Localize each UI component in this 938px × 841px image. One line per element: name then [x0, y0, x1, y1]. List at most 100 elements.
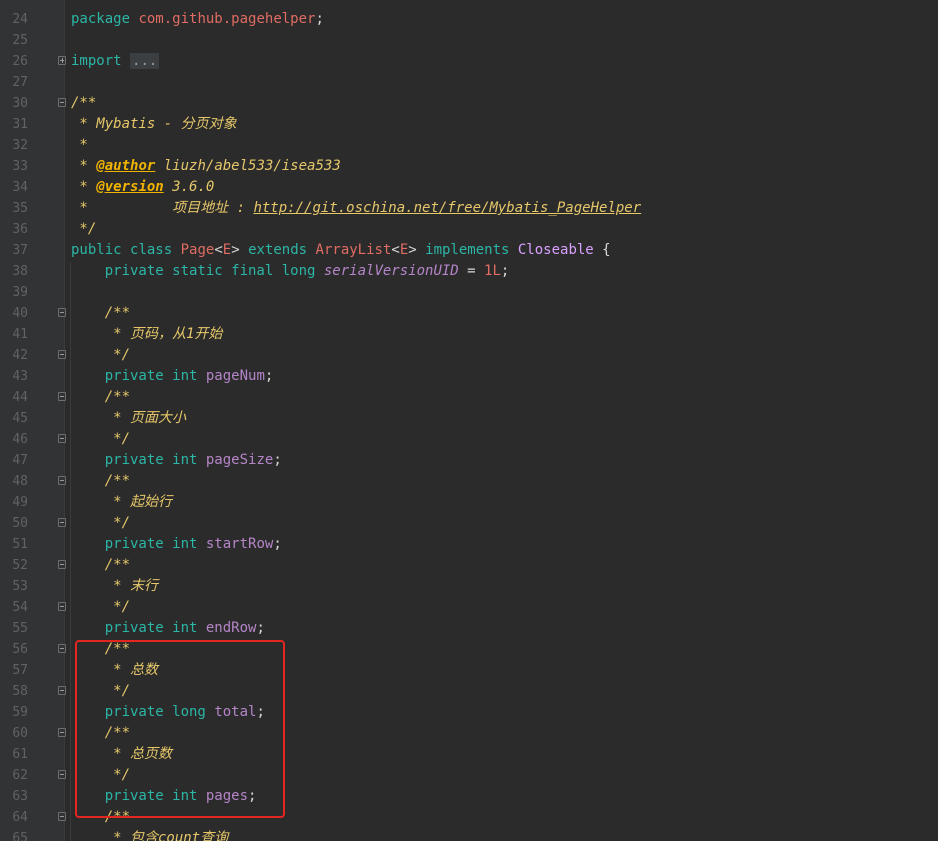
code-line[interactable]: 25 package com.github.pagehelper;: [0, 9, 938, 48]
code-line[interactable]: 43 */: [0, 345, 938, 384]
doc-comment: /**: [104, 389, 131, 405]
code-line[interactable]: 34 * @author liuzh/abel533/isea533: [0, 156, 938, 195]
angle-bracket: <: [214, 242, 223, 258]
code-line[interactable]: 39 private static final long serialVersi…: [0, 261, 938, 300]
code-line[interactable]: 44 private int pageNum;: [0, 366, 938, 405]
doc-comment: /**: [104, 809, 131, 825]
code-editor[interactable]: 24 25 package com.github.pagehelper; 26 …: [0, 0, 938, 841]
code-line[interactable]: 38 public class Page<E> extends ArrayLis…: [0, 240, 938, 279]
code-line[interactable]: 32 * Mybatis - 分页对象: [0, 114, 938, 153]
modifiers: private int: [104, 788, 198, 804]
doc-comment: */: [104, 347, 131, 363]
fold-collapse-icon[interactable]: [58, 434, 66, 443]
code-line[interactable]: 57 /**: [0, 639, 938, 678]
keyword: import: [71, 53, 122, 69]
code-line[interactable]: 62 * 总页数: [0, 744, 938, 783]
doc-comment: * 页面大小: [104, 410, 187, 426]
fold-collapse-icon[interactable]: [58, 560, 66, 569]
code-line[interactable]: 65 /**: [0, 807, 938, 841]
fold-expand-icon[interactable]: [58, 56, 66, 65]
code-line[interactable]: 53 /**: [0, 555, 938, 594]
semicolon: ;: [264, 368, 274, 384]
class-name: Page: [180, 242, 215, 258]
code-line[interactable]: 27 import ...: [0, 51, 938, 90]
keyword: package: [71, 11, 131, 27]
code-line[interactable]: 60 private long total;: [0, 702, 938, 741]
code-line[interactable]: 26: [0, 30, 938, 69]
code-line[interactable]: 64 private int pages;: [0, 786, 938, 825]
type-parameter: E: [222, 242, 232, 258]
field-name: pages: [205, 788, 249, 804]
fold-collapse-icon[interactable]: [58, 476, 66, 485]
fold-collapse-icon[interactable]: [58, 728, 66, 737]
angle-bracket: <: [391, 242, 400, 258]
code-line[interactable]: 61 /**: [0, 723, 938, 762]
field-name: endRow: [205, 620, 257, 636]
javadoc-tag: @version: [96, 179, 164, 195]
code-line[interactable]: 58 * 总数: [0, 660, 938, 699]
code-line[interactable]: 56 private int endRow;: [0, 618, 938, 657]
doc-comment: */: [104, 599, 131, 615]
code-line[interactable]: 42 * 页码，从1开始: [0, 324, 938, 363]
fold-collapse-icon[interactable]: [58, 350, 66, 359]
fold-collapse-icon[interactable]: [58, 392, 66, 401]
semicolon: ;: [256, 704, 265, 720]
doc-comment: */: [104, 515, 131, 531]
doc-comment: * 末行: [104, 578, 159, 594]
code-line[interactable]: 54 * 末行: [0, 576, 938, 615]
code-line[interactable]: 47 */: [0, 429, 938, 468]
code-line[interactable]: 55 */: [0, 597, 938, 636]
fold-collapse-icon[interactable]: [58, 518, 66, 527]
doc-comment: liuzh/abel533/isea533: [155, 158, 341, 174]
code-line[interactable]: 66 * 包含count查询: [0, 828, 938, 841]
fold-collapse-icon[interactable]: [58, 686, 66, 695]
modifiers: private long: [104, 704, 206, 720]
modifiers: private static final long: [104, 263, 316, 279]
code-line[interactable]: 33 *: [0, 135, 938, 174]
field-name: pageSize: [205, 452, 274, 468]
type-parameter: E: [399, 242, 409, 258]
semicolon: ;: [256, 620, 265, 636]
semicolon: ;: [315, 11, 324, 27]
code-line[interactable]: 48 private int pageSize;: [0, 450, 938, 489]
doc-comment: 3.6.0: [163, 179, 215, 195]
fold-collapse-icon[interactable]: [58, 602, 66, 611]
doc-comment: */: [71, 221, 97, 237]
code-line[interactable]: 35 * @version 3.6.0: [0, 177, 938, 216]
doc-comment: * 包含count查询: [104, 830, 229, 841]
modifiers: private int: [104, 452, 198, 468]
doc-comment: * 页码，从1开始: [104, 326, 223, 342]
fold-collapse-icon[interactable]: [58, 644, 66, 653]
keyword: class: [130, 242, 173, 258]
code-line[interactable]: 30: [0, 72, 938, 111]
semicolon: ;: [248, 788, 257, 804]
code-line[interactable]: 36 * 项目地址 : http://git.oschina.net/free/…: [0, 198, 938, 237]
code-lines[interactable]: 24 25 package com.github.pagehelper; 26 …: [0, 0, 938, 841]
fold-collapse-icon[interactable]: [58, 308, 66, 317]
code-line[interactable]: 59 */: [0, 681, 938, 720]
package-name: com.github.pagehelper: [138, 11, 316, 27]
code-line[interactable]: 50 * 起始行: [0, 492, 938, 531]
fold-collapse-icon[interactable]: [58, 98, 66, 107]
folded-imports[interactable]: ...: [130, 53, 160, 69]
comment-link[interactable]: http://git.oschina.net/free/Mybatis_Page…: [253, 200, 641, 216]
code-line[interactable]: 63 */: [0, 765, 938, 804]
field-name: serialVersionUID: [323, 263, 459, 279]
doc-comment: * 总数: [104, 662, 159, 678]
code-line[interactable]: 51 */: [0, 513, 938, 552]
doc-comment: *: [71, 158, 97, 174]
code-line[interactable]: 46 * 页面大小: [0, 408, 938, 447]
code-line[interactable]: 41 /**: [0, 303, 938, 342]
semicolon: ;: [273, 536, 282, 552]
code-line[interactable]: 52 private int startRow;: [0, 534, 938, 573]
code-line[interactable]: 40: [0, 282, 938, 321]
doc-comment: */: [104, 431, 131, 447]
fold-collapse-icon[interactable]: [58, 812, 66, 821]
code-line[interactable]: 49 /**: [0, 471, 938, 510]
keyword: implements: [425, 242, 510, 258]
fold-collapse-icon[interactable]: [58, 770, 66, 779]
code-line[interactable]: 37 */: [0, 219, 938, 258]
code-line[interactable]: 24: [0, 0, 938, 27]
code-line[interactable]: 31 /**: [0, 93, 938, 132]
code-line[interactable]: 45 /**: [0, 387, 938, 426]
